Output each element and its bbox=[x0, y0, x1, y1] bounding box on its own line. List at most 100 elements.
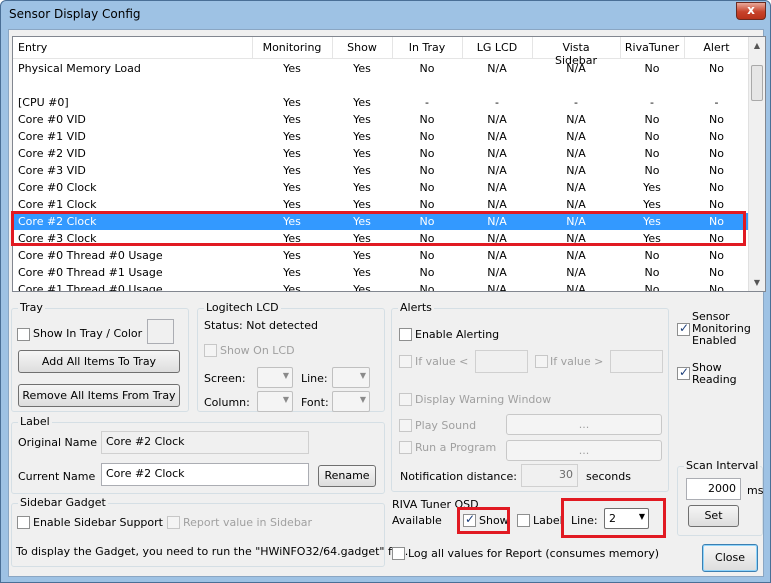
column-header-1[interactable]: Monitoring bbox=[262, 41, 322, 54]
lcd-line-label: Line: bbox=[301, 372, 328, 385]
scroll-down-arrow-icon[interactable]: ▼ bbox=[749, 274, 765, 291]
row-cell: Yes bbox=[353, 147, 371, 160]
row-entry-name: Core #2 VID bbox=[18, 147, 86, 160]
chevron-down-icon: ▼ bbox=[359, 395, 366, 404]
chevron-down-icon: ▼ bbox=[282, 371, 289, 380]
column-separator[interactable] bbox=[532, 37, 533, 59]
if-value-greater-input[interactable] bbox=[610, 350, 663, 373]
play-sound-browse-button[interactable]: ... bbox=[506, 414, 662, 435]
sensor-monitoring-checkbox[interactable] bbox=[677, 321, 690, 336]
row-cell: N/A bbox=[487, 283, 507, 292]
row-cell: Yes bbox=[283, 198, 301, 211]
table-row[interactable]: Core #0 Thread #1 Usage Yes Yes No N/A N/A No N… bbox=[13, 264, 749, 281]
table-row[interactable]: [CPU #0] Yes Yes - - - - - bbox=[13, 94, 749, 111]
column-separator[interactable] bbox=[252, 37, 253, 59]
table-row[interactable]: Core #2 VID Yes Yes No N/A N/A No No bbox=[13, 145, 749, 162]
enable-alerting-checkbox[interactable] bbox=[399, 328, 412, 341]
row-cell: N/A bbox=[487, 181, 507, 194]
row-cell: Yes bbox=[283, 147, 301, 160]
riva-available-label: Available bbox=[392, 514, 442, 527]
window-close-button[interactable]: x bbox=[736, 2, 766, 20]
show-on-lcd-checkbox[interactable] bbox=[204, 344, 217, 357]
row-cell: N/A bbox=[566, 147, 586, 160]
row-cell: Yes bbox=[283, 164, 301, 177]
log-all-values-checkbox[interactable] bbox=[392, 547, 405, 560]
row-cell: N/A bbox=[487, 113, 507, 126]
column-header-4[interactable]: LG LCD bbox=[467, 41, 527, 54]
scroll-thumb[interactable] bbox=[751, 65, 763, 101]
run-program-label: Run a Program bbox=[415, 441, 497, 454]
row-cell: No bbox=[709, 198, 724, 211]
riva-label-checkbox[interactable] bbox=[517, 514, 530, 527]
column-separator[interactable] bbox=[462, 37, 463, 59]
row-cell: - bbox=[495, 96, 499, 109]
scan-interval-input[interactable]: 2000 bbox=[686, 478, 741, 500]
row-cell: N/A bbox=[487, 198, 507, 211]
column-separator[interactable] bbox=[332, 37, 333, 59]
remove-all-from-tray-button[interactable]: Remove All Items From Tray bbox=[18, 384, 180, 407]
row-cell: No bbox=[419, 130, 435, 143]
if-value-greater-label: If value > bbox=[550, 355, 604, 368]
sensor-list[interactable]: Entry Monitoring Show In Tray LG LCD Vista Si… bbox=[12, 36, 766, 292]
report-value-in-sidebar-checkbox[interactable] bbox=[167, 516, 180, 529]
rename-button[interactable]: Rename bbox=[318, 465, 376, 487]
lcd-screen-dropdown[interactable]: ▼ bbox=[257, 367, 293, 388]
row-cell: Yes bbox=[283, 283, 301, 292]
table-row[interactable] bbox=[13, 77, 749, 94]
table-row[interactable]: Physical Memory Load Yes Yes No N/A N/A No No bbox=[13, 60, 749, 77]
row-cell: Yes bbox=[353, 113, 371, 126]
scroll-up-arrow-icon[interactable]: ▲ bbox=[749, 37, 765, 54]
column-header-3[interactable]: In Tray bbox=[397, 41, 457, 54]
row-cell: Yes bbox=[643, 181, 661, 194]
row-entry-name: Core #1 VID bbox=[18, 130, 86, 143]
table-row[interactable]: Core #0 VID Yes Yes No N/A N/A No No bbox=[13, 111, 749, 128]
row-cell: No bbox=[709, 283, 724, 292]
row-cell: No bbox=[709, 266, 724, 279]
notification-distance-input[interactable]: 30 bbox=[521, 464, 578, 487]
title-bar[interactable]: Sensor Display Config x bbox=[1, 1, 770, 29]
lcd-line-dropdown[interactable]: ▼ bbox=[332, 367, 370, 388]
set-interval-button[interactable]: Set bbox=[688, 505, 739, 527]
lcd-font-dropdown[interactable]: ▼ bbox=[332, 391, 370, 412]
if-value-less-checkbox[interactable] bbox=[399, 355, 412, 368]
tray-color-swatch[interactable] bbox=[147, 319, 174, 344]
column-separator[interactable] bbox=[392, 37, 393, 59]
original-name-field: Core #2 Clock bbox=[101, 431, 309, 454]
table-row[interactable]: Core #3 VID Yes Yes No N/A N/A No No bbox=[13, 162, 749, 179]
table-row[interactable]: Core #1 VID Yes Yes No N/A N/A No No bbox=[13, 128, 749, 145]
row-cell: - bbox=[650, 96, 654, 109]
table-row[interactable]: Core #1 Thread #0 Usage Yes Yes No N/A N/A No N… bbox=[13, 281, 749, 292]
show-in-tray-checkbox[interactable] bbox=[17, 328, 30, 341]
add-all-to-tray-button[interactable]: Add All Items To Tray bbox=[18, 350, 180, 373]
scan-interval-unit: ms bbox=[747, 484, 764, 497]
show-reading-checkbox[interactable] bbox=[677, 365, 690, 380]
close-button[interactable]: Close bbox=[702, 544, 758, 572]
if-value-less-input[interactable] bbox=[475, 350, 528, 373]
row-cell: No bbox=[709, 113, 724, 126]
display-warning-window-checkbox[interactable] bbox=[399, 393, 412, 406]
if-value-greater-checkbox[interactable] bbox=[535, 355, 548, 368]
list-scrollbar[interactable]: ▲ ▼ bbox=[748, 37, 765, 291]
run-program-checkbox[interactable] bbox=[399, 441, 412, 454]
row-cell: N/A bbox=[566, 181, 586, 194]
column-header-2[interactable]: Show bbox=[332, 41, 392, 54]
play-sound-checkbox[interactable] bbox=[399, 419, 412, 432]
run-program-browse-button[interactable]: ... bbox=[506, 440, 662, 461]
column-header-6[interactable]: RivaTuner bbox=[622, 41, 682, 54]
table-row[interactable]: Core #0 Thread #0 Usage Yes Yes No N/A N/A No N… bbox=[13, 247, 749, 264]
row-cell: Yes bbox=[643, 198, 661, 211]
row-cell: No bbox=[419, 249, 435, 262]
table-row[interactable]: Core #0 Clock Yes Yes No N/A N/A Yes No bbox=[13, 179, 749, 196]
enable-sidebar-support-checkbox[interactable] bbox=[17, 516, 30, 529]
if-value-less-label: If value < bbox=[415, 355, 469, 368]
column-header-0[interactable]: Entry bbox=[18, 41, 47, 54]
row-cell: N/A bbox=[487, 249, 507, 262]
row-cell: No bbox=[419, 164, 435, 177]
row-cell: No bbox=[709, 164, 724, 177]
column-separator[interactable] bbox=[620, 37, 621, 59]
current-name-input[interactable]: Core #2 Clock bbox=[101, 463, 309, 486]
column-header-7[interactable]: Alert bbox=[687, 41, 747, 54]
play-sound-label: Play Sound bbox=[415, 419, 477, 432]
lcd-column-dropdown[interactable]: ▼ bbox=[257, 391, 293, 412]
column-separator[interactable] bbox=[684, 37, 685, 59]
